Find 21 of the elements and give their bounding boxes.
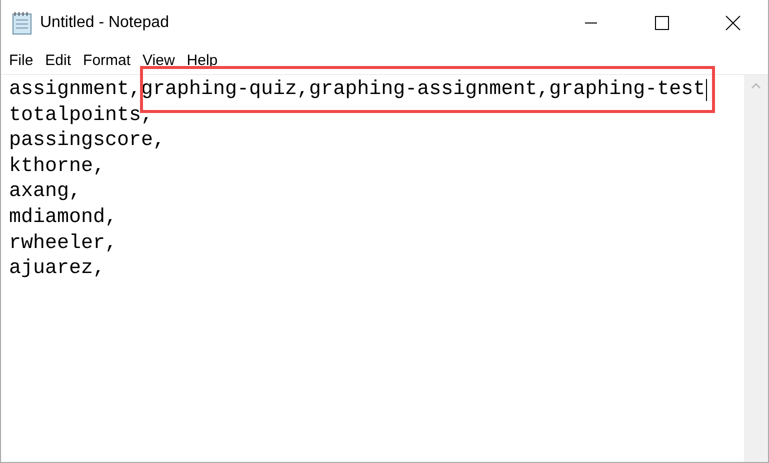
text-line: assignment, [9, 77, 142, 103]
maximize-icon [654, 16, 668, 30]
text-line: axang, [9, 179, 82, 205]
text-line: totalpoints, [9, 102, 154, 128]
menu-item[interactable]: Help [180, 52, 224, 68]
text-line: rwheeler, [9, 230, 118, 256]
menu-item[interactable]: File [3, 52, 40, 68]
text-line: mdiamond, [9, 204, 118, 231]
menu-item[interactable]: Edit [39, 52, 78, 68]
text-cursor [706, 78, 708, 101]
text-line: kthorne, [9, 154, 106, 180]
scroll-up-icon[interactable] [751, 83, 761, 89]
text-line: ajuarez, [9, 256, 106, 282]
menu-item[interactable]: View [136, 52, 181, 68]
close-icon [724, 15, 740, 31]
menu-item[interactable]: Format [77, 52, 137, 68]
window-title: Untitled - Notepad [40, 14, 169, 32]
notepad-icon [11, 11, 33, 35]
text-line: graphing-quiz,graphing-assignment,graphing-test [141, 77, 706, 103]
scrollbar[interactable] [744, 75, 768, 462]
text-line: passingscore, [9, 128, 166, 154]
